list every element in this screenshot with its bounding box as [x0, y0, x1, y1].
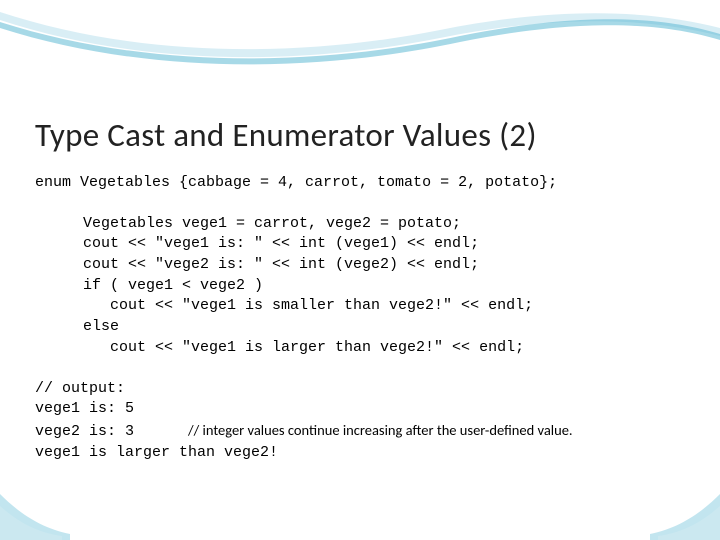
output-line-prefix: vege2 is: 3 [35, 423, 188, 440]
output-block: // output: vege1 is: 5 vege2 is: 3 // in… [35, 379, 685, 464]
output-line-with-comment: vege2 is: 3 // integer values continue i… [35, 420, 685, 443]
code-line: cout << "vege1 is smaller than vege2!" <… [83, 296, 685, 317]
code-block: Vegetables vege1 = carrot, vege2 = potat… [83, 214, 685, 359]
code-line: cout << "vege2 is: " << int (vege2) << e… [83, 255, 685, 276]
code-line: else [83, 317, 685, 338]
code-line: if ( vege1 < vege2 ) [83, 276, 685, 297]
slide-title: Type Cast and Enumerator Values (2) [35, 115, 685, 155]
output-line: vege1 is larger than vege2! [35, 443, 685, 464]
code-line: Vegetables vege1 = carrot, vege2 = potat… [83, 214, 685, 235]
decorative-corner-bottom-right [650, 470, 720, 540]
output-comment-line: // output: [35, 379, 685, 400]
code-line: cout << "vege1 is: " << int (vege1) << e… [83, 234, 685, 255]
output-line: vege1 is: 5 [35, 399, 685, 420]
enum-declaration-line: enum Vegetables {cabbage = 4, carrot, to… [35, 173, 685, 194]
decorative-corner-bottom-left [0, 470, 70, 540]
slide-content: Type Cast and Enumerator Values (2) enum… [35, 115, 685, 463]
decorative-wave-top [0, 0, 720, 90]
inline-explanation-comment: // integer values continue increasing af… [188, 421, 573, 439]
code-line: cout << "vege1 is larger than vege2!" <<… [83, 338, 685, 359]
